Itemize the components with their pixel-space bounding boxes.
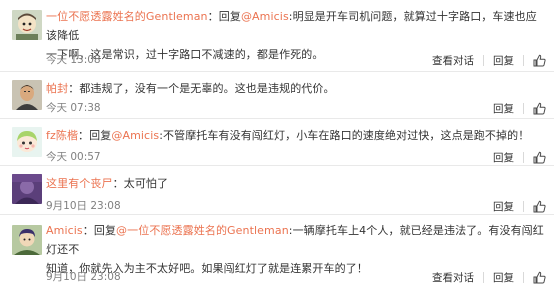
comment-actions: 回复 <box>493 100 546 116</box>
cartoon-avatar-icon[interactable] <box>12 10 42 40</box>
comment-time: 9月10日 23:08 <box>46 271 121 283</box>
divider <box>483 271 484 283</box>
like-icon[interactable] <box>533 200 546 213</box>
comment-username[interactable]: Amicis <box>46 224 83 237</box>
comment-text: 太可怕了 <box>123 177 169 190</box>
comment-actions: 回复 <box>493 198 546 214</box>
divider <box>523 271 524 283</box>
comment-time: 今天 00:57 <box>46 151 101 163</box>
mention-link[interactable]: @Amicis <box>111 129 159 142</box>
divider <box>523 200 524 212</box>
comment-item: Amicis：回复@一位不愿透露姓名的Gentleman:一辆摩托车上4个人，就… <box>0 215 554 289</box>
comment-list: 一位不愿透露姓名的Gentleman：回复@Amicis:明显是开车司机问题，就… <box>0 0 554 289</box>
reply-link[interactable]: 回复 <box>493 150 514 165</box>
comment-meta: 今天 07:38 回复 <box>46 100 546 116</box>
view-dialog-link[interactable]: 查看对话 <box>432 270 474 285</box>
comment-item: 帕封：都违规了，没有一个是无辜的。这也是违规的代价。 今天 07:38 回复 <box>0 72 554 119</box>
comment-username[interactable]: 帕封 <box>46 82 68 95</box>
comment-meta: 9月10日 23:08 查看对话 回复 <box>46 269 546 285</box>
divider <box>483 54 484 66</box>
mention-link[interactable]: @一位不愿透露姓名的Gentleman <box>116 224 289 237</box>
comment-meta: 今天 00:57 回复 <box>46 149 546 165</box>
comment-time: 今天 13:08 <box>46 54 101 66</box>
like-icon[interactable] <box>533 54 546 67</box>
reply-link[interactable]: 回复 <box>493 270 514 285</box>
comment-time: 9月10日 23:08 <box>46 200 121 212</box>
comment-actions: 查看对话 回复 <box>432 269 546 285</box>
purple-avatar-icon[interactable] <box>12 174 42 204</box>
comment-item: fz陈楷：回复@Amicis:不管摩托车有没有闯红灯，小车在路口的速度绝对过快，… <box>0 119 554 166</box>
comment-meta: 今天 13:08 查看对话 回复 <box>46 52 546 68</box>
character-avatar-icon[interactable] <box>12 225 42 255</box>
comment-actions: 查看对话 回复 <box>432 52 546 68</box>
comment-text: 都违规了，没有一个是无辜的。这也是违规的代价。 <box>79 82 335 95</box>
reply-link[interactable]: 回复 <box>493 101 514 116</box>
comment-text: :不管摩托车有没有闯红灯，小车在路口的速度绝对过快，这点是跑不掉的！ <box>159 129 530 142</box>
comment-body: fz陈楷：回复@Amicis:不管摩托车有没有闯红灯，小车在路口的速度绝对过快，… <box>46 129 530 142</box>
comment-username[interactable]: 这里有个丧尸 <box>46 177 113 190</box>
divider <box>523 54 524 66</box>
divider <box>523 151 524 163</box>
mention-link[interactable]: @Amicis <box>241 10 289 23</box>
man-photo-avatar-icon[interactable] <box>12 80 42 110</box>
divider <box>523 102 524 114</box>
reply-link[interactable]: 回复 <box>493 53 514 68</box>
comment-time: 今天 07:38 <box>46 102 101 114</box>
cartoon-girl-avatar-icon[interactable] <box>12 127 42 157</box>
view-dialog-link[interactable]: 查看对话 <box>432 53 474 68</box>
like-icon[interactable] <box>533 151 546 164</box>
comment-item: 一位不愿透露姓名的Gentleman：回复@Amicis:明显是开车司机问题，就… <box>0 0 554 72</box>
comment-username[interactable]: fz陈楷 <box>46 129 78 142</box>
reply-link[interactable]: 回复 <box>493 199 514 214</box>
like-icon[interactable] <box>533 102 546 115</box>
comment-username[interactable]: 一位不愿透露姓名的Gentleman <box>46 10 208 23</box>
comment-meta: 9月10日 23:08 回复 <box>46 198 546 214</box>
comment-body: 帕封：都违规了，没有一个是无辜的。这也是违规的代价。 <box>46 82 335 95</box>
comment-body: 这里有个丧尸：太可怕了 <box>46 177 169 190</box>
comment-actions: 回复 <box>493 149 546 165</box>
comment-item: 这里有个丧尸：太可怕了 9月10日 23:08 回复 <box>0 166 554 215</box>
like-icon[interactable] <box>533 271 546 284</box>
